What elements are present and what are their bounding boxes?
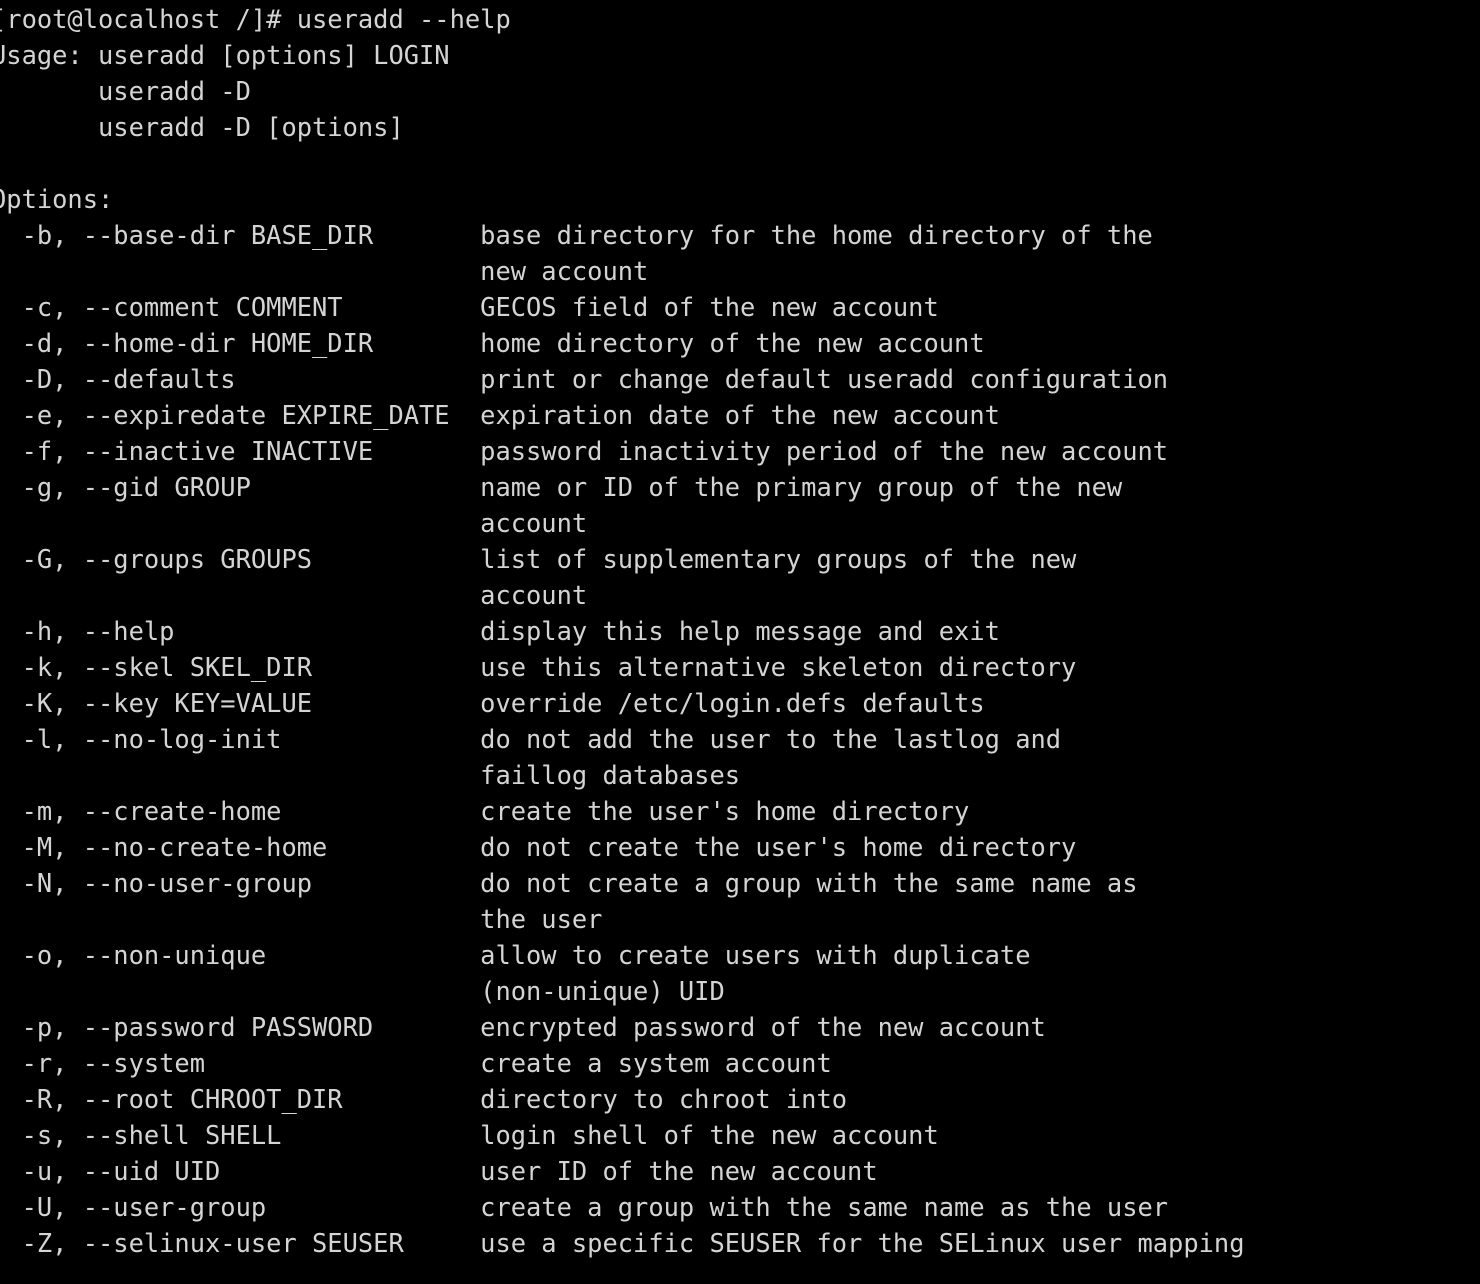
option-row-u: -u, --uid UID user ID of the new account bbox=[0, 1156, 878, 1186]
option-row-d: -d, --home-dir HOME_DIR home directory o… bbox=[0, 328, 985, 358]
option-row-b-cont: new account bbox=[0, 256, 649, 286]
option-row-N: -N, --no-user-group do not create a grou… bbox=[0, 868, 1138, 898]
option-row-p: -p, --password PASSWORD encrypted passwo… bbox=[0, 1012, 1046, 1042]
prompt-line: [root@localhost /]# useradd --help bbox=[0, 4, 511, 34]
option-row-G: -G, --groups GROUPS list of supplementar… bbox=[0, 544, 1077, 574]
option-row-l: -l, --no-log-init do not add the user to… bbox=[0, 724, 1062, 754]
option-row-r: -r, --system create a system account bbox=[0, 1048, 832, 1078]
terminal-window[interactable]: [root@localhost /]# useradd --help Usage:… bbox=[0, 0, 1480, 1284]
usage-line-2: useradd -D [options] bbox=[0, 112, 404, 142]
option-row-k: -k, --skel SKEL_DIR use this alternative… bbox=[0, 652, 1077, 682]
option-row-m: -m, --create-home create the user's home… bbox=[0, 796, 970, 826]
option-row-D: -D, --defaults print or change default u… bbox=[0, 364, 1169, 394]
option-row-o: -o, --non-unique allow to create users w… bbox=[0, 940, 1031, 970]
option-row-Z: -Z, --selinux-user SEUSER use a specific… bbox=[0, 1228, 1245, 1258]
terminal-screen[interactable]: [root@localhost /]# useradd --help Usage:… bbox=[0, 1, 1245, 1261]
option-row-G-cont: account bbox=[0, 580, 588, 610]
usage-line-0: Usage: useradd [options] LOGIN bbox=[0, 40, 450, 70]
option-row-f: -f, --inactive INACTIVE password inactiv… bbox=[0, 436, 1169, 466]
options-heading: Options: bbox=[0, 184, 114, 214]
option-row-s: -s, --shell SHELL login shell of the new… bbox=[0, 1120, 939, 1150]
option-row-c: -c, --comment COMMENT GECOS field of the… bbox=[0, 292, 939, 322]
option-row-g: -g, --gid GROUP name or ID of the primar… bbox=[0, 472, 1123, 502]
option-row-g-cont: account bbox=[0, 508, 588, 538]
option-row-b: -b, --base-dir BASE_DIR base directory f… bbox=[0, 220, 1153, 250]
option-row-o-cont: (non-unique) UID bbox=[0, 976, 725, 1006]
option-row-e: -e, --expiredate EXPIRE_DATE expiration … bbox=[0, 400, 1000, 430]
option-row-h: -h, --help display this help message and… bbox=[0, 616, 1000, 646]
option-row-R: -R, --root CHROOT_DIR directory to chroo… bbox=[0, 1084, 848, 1114]
option-row-M: -M, --no-create-home do not create the u… bbox=[0, 832, 1077, 862]
option-row-l-cont: faillog databases bbox=[0, 760, 741, 790]
option-row-N-cont: the user bbox=[0, 904, 603, 934]
option-row-K: -K, --key KEY=VALUE override /etc/login.… bbox=[0, 688, 985, 718]
option-row-U: -U, --user-group create a group with the… bbox=[0, 1192, 1169, 1222]
usage-line-1: useradd -D bbox=[0, 76, 251, 106]
